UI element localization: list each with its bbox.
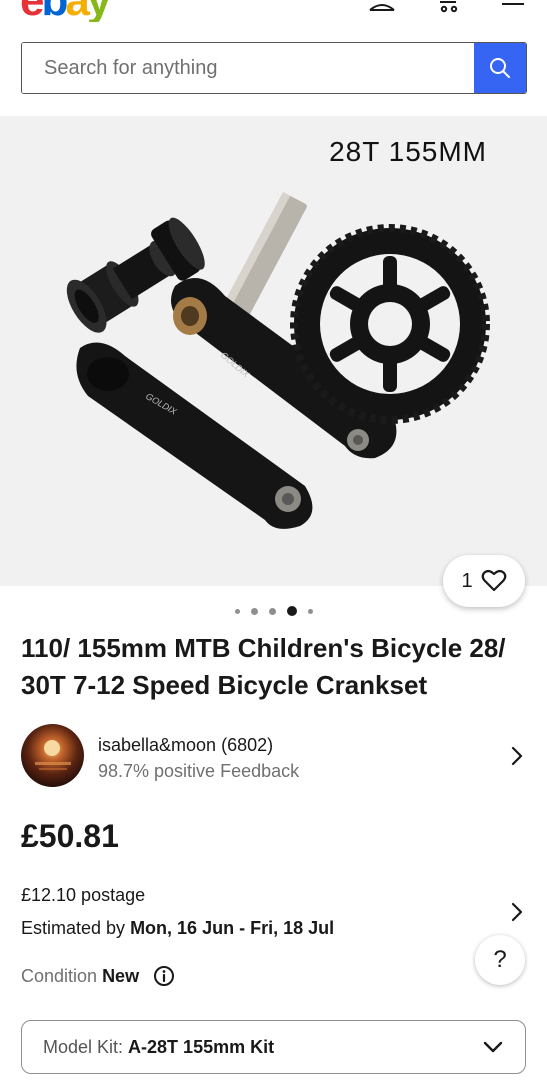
estimate-label: Estimated by [21,918,126,938]
product-image[interactable]: GOLDIX GOLDIX [0,116,547,586]
carousel-dot[interactable] [234,608,240,614]
carousel-dot[interactable] [250,607,258,615]
watch-count: 1 [461,569,473,592]
product-title: 110/ 155mm MTB Children's Bicycle 28/ 30… [21,633,506,700]
watchlist-button[interactable]: 1 [443,555,525,607]
shipping-chevron-right-icon[interactable] [511,902,523,922]
seller-info[interactable]: isabella&moon (6802) 98.7% positive Feed… [21,724,526,788]
postage-cost: £12.10 postage [21,885,146,905]
heart-icon [481,569,506,592]
search-icon [490,58,510,78]
search-input[interactable] [22,43,474,93]
info-icon[interactable] [153,965,175,987]
help-button[interactable]: ? [475,935,525,985]
estimate-dates: Mon, 16 Jun - Fri, 18 Jul [130,918,335,938]
crankset-illustration: GOLDIX GOLDIX [66,192,490,529]
price: £50.81 [21,818,119,854]
seller-feedback: 98.7% positive Feedback [98,761,300,781]
image-caption: 28T 155MM [329,136,487,167]
model-kit-select[interactable]: Model Kit: A-28T 155mm Kit [21,1020,526,1074]
search-bar [21,42,527,94]
chevron-right-icon[interactable] [511,746,523,766]
cart-icon[interactable] [436,0,462,16]
select-value: A-28T 155mm Kit [128,1036,275,1057]
seller-name: isabella&moon (6802) [98,735,274,755]
chevron-down-icon [483,1041,503,1053]
carousel-dot[interactable] [268,607,276,615]
condition-label: Condition [21,965,98,986]
carousel-indicator [0,606,547,616]
delivery-estimate: Estimated by Mon, 16 Jun - Fri, 18 Jul [21,918,334,939]
ebay-logo[interactable]: ebay [20,0,111,22]
seller-avatar [21,724,84,787]
select-label: Model Kit: [43,1036,124,1057]
carousel-dot-active[interactable] [286,606,297,616]
account-icon[interactable] [367,0,397,16]
header: ebay [0,0,547,22]
search-button[interactable] [474,43,526,93]
condition: Condition New [21,965,175,987]
condition-value: New [102,965,140,986]
menu-icon[interactable] [500,0,526,16]
carousel-dot[interactable] [307,608,313,614]
